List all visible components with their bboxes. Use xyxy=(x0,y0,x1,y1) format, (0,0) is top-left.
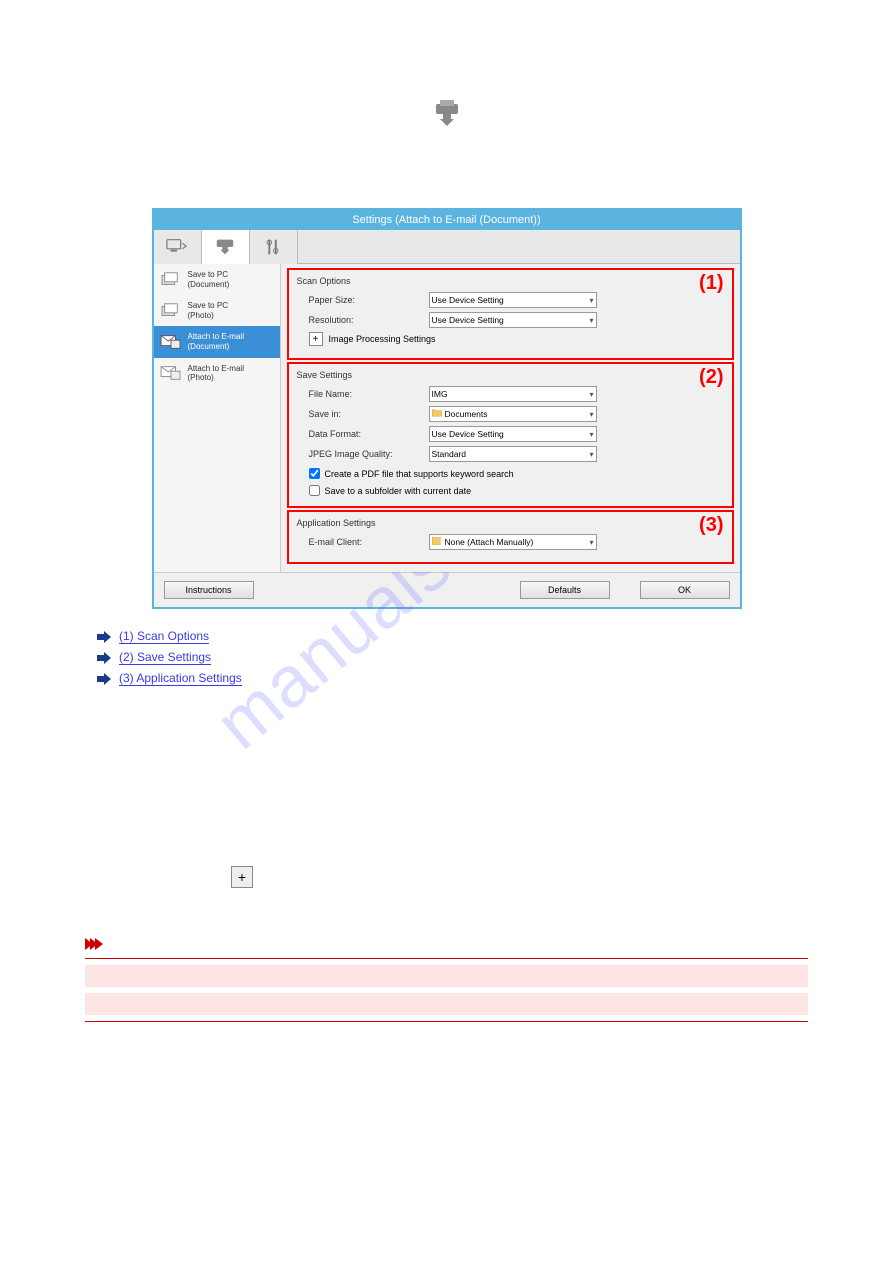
resolution-select[interactable]: Use Device Setting▾ xyxy=(429,312,597,328)
tab-from-scanner[interactable] xyxy=(202,230,250,264)
device-download-icon xyxy=(214,237,236,257)
section-badge-2: (2) xyxy=(699,366,723,389)
subfolder-date-checkbox[interactable] xyxy=(309,485,320,496)
arrow-right-icon xyxy=(97,652,111,664)
important-block xyxy=(85,938,808,1022)
save-settings-title: Save Settings xyxy=(297,370,724,380)
section-badge-1: (1) xyxy=(699,272,723,295)
chevron-down-icon: ▾ xyxy=(589,390,593,399)
arrow-right-icon xyxy=(97,631,111,643)
chevron-down-icon: ▾ xyxy=(589,430,593,439)
paper-size-select[interactable]: Use Device Setting▾ xyxy=(429,292,597,308)
chevron-down-icon: ▾ xyxy=(589,316,593,325)
email-client-select[interactable]: None (Attach Manually) ▾ xyxy=(429,534,597,550)
instructions-button[interactable]: Instructions xyxy=(164,581,254,599)
jpeg-quality-select[interactable]: Standard▾ xyxy=(429,446,597,462)
subfolder-date-label: Save to a subfolder with current date xyxy=(325,486,472,496)
pdf-keyword-checkbox[interactable] xyxy=(309,468,320,479)
jpeg-quality-label: JPEG Image Quality: xyxy=(309,449,429,459)
sidebar-item-email-photo[interactable]: Attach to E-mail(Photo) xyxy=(154,358,280,389)
important-band xyxy=(85,993,808,1015)
envelope-document-icon xyxy=(160,333,182,351)
image-processing-label: Image Processing Settings xyxy=(329,334,436,344)
section-badge-3: (3) xyxy=(699,514,723,537)
ok-button[interactable]: OK xyxy=(640,581,730,599)
sidebar-item-label: Attach to E-mail(Document) xyxy=(188,332,244,351)
dialog-title: Settings (Attach to E-mail (Document)) xyxy=(154,210,740,230)
plus-box-icon: + xyxy=(231,866,253,888)
file-name-label: File Name: xyxy=(309,389,429,399)
chevron-down-icon: ▾ xyxy=(589,410,593,419)
chevron-down-icon: ▾ xyxy=(589,450,593,459)
chevron-down-icon: ▾ xyxy=(589,538,593,547)
plus-inline-reference: + xyxy=(85,866,808,888)
link-scan-options[interactable]: (1) Scan Options xyxy=(119,629,209,644)
section-links: (1) Scan Options (2) Save Settings (3) A… xyxy=(97,629,808,686)
data-format-select[interactable]: Use Device Setting▾ xyxy=(429,426,597,442)
email-client-label: E-mail Client: xyxy=(309,537,429,547)
monitor-arrow-icon xyxy=(166,237,188,257)
pdf-keyword-label: Create a PDF file that supports keyword … xyxy=(325,469,514,479)
settings-dialog: Settings (Attach to E-mail (Document)) xyxy=(152,208,742,609)
important-band xyxy=(85,965,808,987)
dialog-sidebar: Save to PC(Document) Save to PC(Photo) xyxy=(154,264,281,572)
chevron-down-icon: ▾ xyxy=(589,296,593,305)
tools-icon xyxy=(262,237,284,257)
important-chevrons-icon xyxy=(85,938,100,950)
application-settings-title: Application Settings xyxy=(297,518,724,528)
dialog-button-bar: Instructions Defaults OK xyxy=(154,572,740,607)
defaults-button[interactable]: Defaults xyxy=(520,581,610,599)
link-application-settings[interactable]: (3) Application Settings xyxy=(119,671,242,686)
document-stack-icon xyxy=(160,271,182,289)
scan-options-title: Scan Options xyxy=(297,276,724,286)
sidebar-item-save-pc-document[interactable]: Save to PC(Document) xyxy=(154,264,280,295)
save-settings-section: (2) Save Settings File Name: IMG▾ Save i… xyxy=(287,362,734,508)
expand-image-processing-button[interactable]: + xyxy=(309,332,323,346)
app-icon xyxy=(432,537,442,545)
save-in-label: Save in: xyxy=(309,409,429,419)
data-format-label: Data Format: xyxy=(309,429,429,439)
scan-options-section: (1) Scan Options Paper Size: Use Device … xyxy=(287,268,734,360)
tab-tools[interactable] xyxy=(250,230,298,264)
folder-icon xyxy=(432,409,442,417)
sidebar-item-label: Save to PC(Document) xyxy=(188,270,230,289)
printer-download-icon xyxy=(432,100,462,128)
save-in-select[interactable]: Documents ▾ xyxy=(429,406,597,422)
paper-size-label: Paper Size: xyxy=(309,295,429,305)
tab-from-computer[interactable] xyxy=(154,230,202,264)
dialog-main-panel: (1) Scan Options Paper Size: Use Device … xyxy=(281,264,740,572)
sidebar-item-email-document[interactable]: Attach to E-mail(Document) xyxy=(154,326,280,357)
envelope-photo-icon xyxy=(160,364,182,382)
file-name-select[interactable]: IMG▾ xyxy=(429,386,597,402)
sidebar-item-save-pc-photo[interactable]: Save to PC(Photo) xyxy=(154,295,280,326)
application-settings-section: (3) Application Settings E-mail Client: … xyxy=(287,510,734,564)
sidebar-item-label: Save to PC(Photo) xyxy=(188,301,228,320)
photo-stack-icon xyxy=(160,302,182,320)
arrow-right-icon xyxy=(97,673,111,685)
link-save-settings[interactable]: (2) Save Settings xyxy=(119,650,211,665)
dialog-toolbar xyxy=(154,230,740,264)
resolution-label: Resolution: xyxy=(309,315,429,325)
sidebar-item-label: Attach to E-mail(Photo) xyxy=(188,364,244,383)
